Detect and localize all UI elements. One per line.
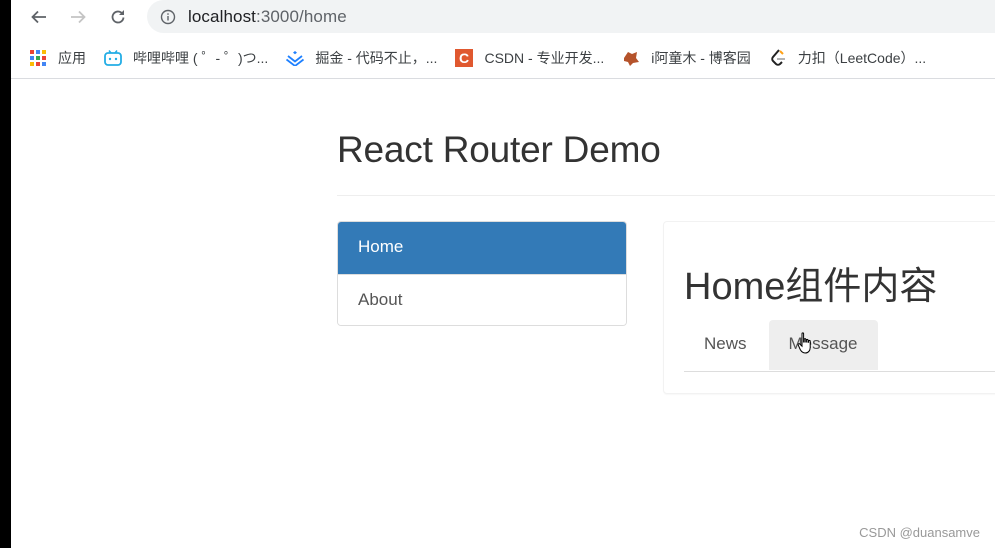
url-path: :3000/home bbox=[256, 6, 347, 26]
svg-text:C: C bbox=[459, 50, 469, 66]
screen-edge bbox=[0, 0, 11, 548]
url-text[interactable]: localhost:3000/home bbox=[188, 7, 347, 27]
back-button[interactable] bbox=[26, 4, 52, 30]
bookmarks-bar: 应用 哔哩哔哩 ( ゜- ゜)つ... 掘金 - 代码不止，... C CSDN… bbox=[11, 40, 995, 76]
watermark: CSDN @duansamve bbox=[859, 525, 980, 540]
page-header: React Router Demo bbox=[337, 125, 995, 196]
sidebar-item-about[interactable]: About bbox=[338, 274, 626, 325]
bilibili-icon bbox=[104, 49, 122, 67]
csdn-icon: C bbox=[455, 49, 474, 67]
browser-toolbar: localhost:3000/home bbox=[11, 0, 995, 34]
bookmark-leetcode[interactable]: 力扣（LeetCode）... bbox=[769, 48, 926, 68]
sidebar-nav: Home About bbox=[337, 221, 627, 326]
bookmark-csdn[interactable]: C CSDN - 专业开发... bbox=[455, 48, 604, 68]
bookmark-label: 力扣（LeetCode）... bbox=[797, 50, 927, 66]
tab-message[interactable]: Message bbox=[768, 320, 878, 370]
bookmark-label: i阿童木 - 博客园 bbox=[651, 50, 751, 66]
leetcode-icon bbox=[769, 49, 787, 67]
juejin-icon bbox=[286, 49, 305, 67]
forward-button[interactable] bbox=[65, 4, 91, 30]
toolbar-divider bbox=[11, 78, 995, 79]
tab-news[interactable]: News bbox=[684, 320, 767, 370]
content-panel: Home组件内容 News Message bbox=[663, 221, 995, 394]
bookmark-label: 应用 bbox=[58, 50, 86, 66]
bookmark-label: 掘金 - 代码不止，... bbox=[315, 50, 438, 66]
apps-grid-icon bbox=[29, 49, 47, 67]
bookmark-label: CSDN - 专业开发... bbox=[484, 50, 605, 66]
reload-icon bbox=[111, 10, 125, 24]
content-tabs: News Message bbox=[684, 320, 995, 372]
tab-border-gap bbox=[684, 370, 689, 371]
bookmark-cnblogs[interactable]: i阿童木 - 博客园 bbox=[622, 48, 751, 68]
bookmark-label: 哔哩哔哩 ( ゜- ゜)つ... bbox=[133, 50, 269, 66]
arrow-left-icon bbox=[31, 10, 46, 24]
bookmark-apps[interactable]: 应用 bbox=[29, 48, 86, 68]
hand-pointer-cursor-icon bbox=[797, 332, 811, 354]
reload-button[interactable] bbox=[105, 4, 131, 30]
page-title: React Router Demo bbox=[337, 129, 661, 170]
address-bar[interactable]: localhost:3000/home bbox=[147, 0, 995, 33]
cnblogs-icon bbox=[622, 49, 640, 67]
bookmark-juejin[interactable]: 掘金 - 代码不止，... bbox=[286, 48, 437, 68]
arrow-right-icon bbox=[71, 10, 86, 24]
sidebar-item-home[interactable]: Home bbox=[338, 222, 626, 274]
url-host: localhost bbox=[188, 6, 256, 26]
content-heading: Home组件内容 bbox=[684, 266, 938, 308]
bookmark-bilibili[interactable]: 哔哩哔哩 ( ゜- ゜)つ... bbox=[104, 48, 268, 68]
info-circle-icon[interactable] bbox=[160, 9, 176, 25]
